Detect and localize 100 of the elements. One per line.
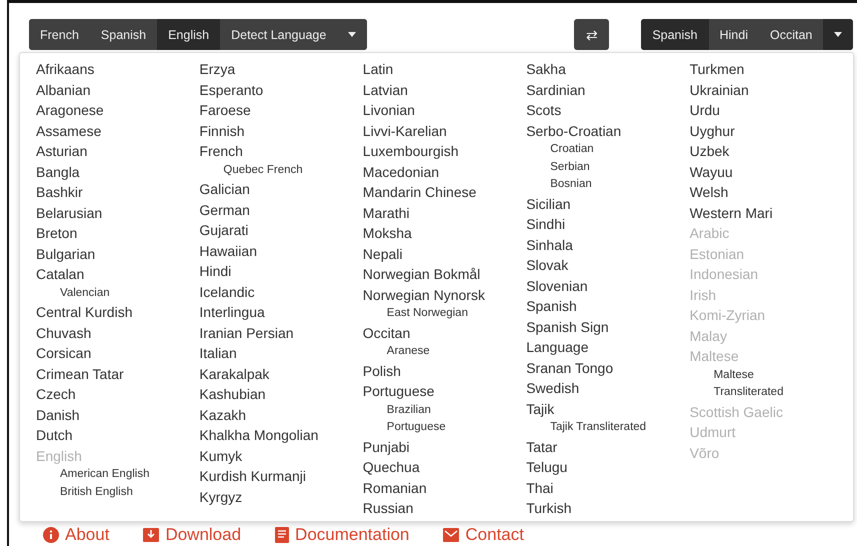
language-option[interactable]: Bangla	[36, 162, 178, 182]
language-option[interactable]: Luxembourgish	[362, 141, 505, 162]
footer-link[interactable]: Contact	[443, 526, 524, 544]
language-option[interactable]: Marathi	[362, 202, 505, 223]
language-option[interactable]: Interlingua	[199, 302, 342, 322]
language-option[interactable]: Erzya	[199, 59, 342, 80]
language-option[interactable]: Uyghur	[690, 120, 832, 141]
language-variant-option[interactable]: Serbian	[526, 158, 656, 176]
language-option[interactable]: Spanish	[526, 296, 668, 316]
language-tab[interactable]: English	[157, 19, 220, 50]
language-variant-option[interactable]: Aranese	[362, 343, 492, 360]
language-option[interactable]: French	[199, 141, 342, 162]
language-option[interactable]: Asturian	[36, 141, 178, 162]
language-option[interactable]: Welsh	[690, 182, 832, 202]
language-option[interactable]: Latvian	[362, 80, 505, 100]
language-option[interactable]: Portuguese	[362, 381, 505, 402]
language-option[interactable]: Karakalpak	[199, 364, 342, 384]
language-option[interactable]: Scots	[526, 100, 668, 120]
language-option[interactable]: Norwegian Nynorsk	[362, 284, 505, 305]
language-option[interactable]: Russian	[362, 498, 505, 518]
language-option[interactable]: Kyrgyz	[199, 486, 342, 507]
language-variant-option[interactable]: Brazilian Portuguese	[362, 402, 492, 436]
language-option[interactable]: Tatar	[526, 436, 668, 457]
language-option[interactable]: Belarusian	[36, 202, 178, 223]
language-option[interactable]: Livonian	[362, 100, 505, 120]
language-option[interactable]: Occitan	[362, 322, 505, 343]
language-option[interactable]: Khalkha Mongolian	[199, 425, 342, 446]
language-option[interactable]: Livvi-Karelian	[362, 120, 505, 141]
language-option[interactable]: Slovenian	[526, 276, 668, 296]
language-option[interactable]: Sicilian	[526, 194, 668, 214]
language-tab[interactable]: Spanish	[641, 19, 708, 50]
language-option[interactable]: Thai	[526, 478, 668, 498]
language-option[interactable]: Breton	[36, 223, 178, 244]
language-option[interactable]: Czech	[36, 384, 178, 404]
language-option[interactable]: Galician	[199, 179, 342, 200]
language-option[interactable]: Wayuu	[690, 162, 832, 182]
language-option[interactable]: Western Mari	[690, 202, 832, 223]
language-option[interactable]: Uzbek	[690, 141, 832, 162]
footer-link[interactable]: About	[43, 526, 110, 544]
language-option[interactable]: Bashkir	[36, 182, 178, 202]
language-option[interactable]: Kashubian	[199, 384, 342, 404]
language-option[interactable]: Chuvash	[36, 322, 178, 343]
language-option[interactable]: Albanian	[36, 80, 178, 100]
language-option[interactable]: Italian	[199, 343, 342, 364]
language-option[interactable]: Crimean Tatar	[36, 364, 178, 384]
language-option[interactable]: Latin	[362, 59, 505, 80]
language-option[interactable]: Mandarin Chinese	[362, 182, 505, 202]
language-option[interactable]: Gujarati	[199, 220, 342, 240]
language-option[interactable]: Kumyk	[199, 446, 342, 466]
language-option[interactable]: Quechua	[362, 457, 505, 478]
language-option[interactable]: Dutch	[36, 425, 178, 446]
language-option[interactable]: Moksha	[362, 223, 505, 244]
language-option[interactable]: Bulgarian	[36, 244, 178, 264]
language-option[interactable]: Urdu	[690, 100, 832, 120]
language-option[interactable]: Turkish	[526, 498, 668, 518]
language-option[interactable]: Kurdish Kurmanji	[199, 466, 342, 486]
language-option[interactable]: Corsican	[36, 343, 178, 364]
language-option[interactable]: Faroese	[199, 100, 342, 120]
language-option[interactable]: Finnish	[199, 120, 342, 141]
language-option[interactable]: Swedish	[526, 378, 668, 398]
language-variant-option[interactable]: Valencian	[36, 284, 165, 302]
language-option[interactable]: Slovak	[526, 255, 668, 276]
language-option[interactable]: Norwegian Bokmål	[362, 264, 505, 284]
language-option[interactable]: Sindhi	[526, 214, 668, 234]
dropdown-button[interactable]	[823, 19, 854, 50]
language-option[interactable]: Afrikaans	[36, 59, 178, 80]
language-variant-option[interactable]: Croatian	[526, 141, 656, 158]
language-option[interactable]: Nepali	[362, 244, 505, 264]
language-option[interactable]: Polish	[362, 360, 505, 381]
language-option[interactable]: German	[199, 200, 342, 220]
language-variant-option[interactable]: Tajik Transliterated	[526, 419, 656, 436]
language-option[interactable]: Romanian	[362, 478, 505, 498]
language-option[interactable]: Punjabi	[362, 436, 505, 457]
language-variant-option[interactable]: Quebec French	[199, 162, 328, 179]
language-option[interactable]: Central Kurdish	[36, 302, 178, 322]
language-option[interactable]: Sranan Tongo	[526, 358, 668, 378]
language-option[interactable]: Kazakh	[199, 404, 342, 425]
language-option[interactable]: Tajik	[526, 398, 668, 419]
language-option[interactable]: Telugu	[526, 457, 668, 478]
language-option[interactable]: Turkmen	[690, 59, 832, 80]
language-option[interactable]: Hawaiian	[199, 240, 342, 261]
language-option[interactable]: Sardinian	[526, 80, 668, 100]
language-option[interactable]: Catalan	[36, 264, 178, 284]
language-option[interactable]: Ukrainian	[690, 80, 832, 100]
language-option[interactable]: Spanish Sign Language	[526, 316, 668, 358]
language-option[interactable]: Iranian Persian	[199, 322, 342, 343]
swap-button[interactable]: ⇄	[574, 19, 610, 50]
language-option[interactable]: Serbo-Croatian	[526, 120, 668, 141]
language-option[interactable]: Assamese	[36, 120, 178, 141]
language-option[interactable]: Hindi	[199, 261, 342, 282]
language-option[interactable]: Sakha	[526, 59, 668, 80]
language-option[interactable]: Aragonese	[36, 100, 178, 120]
language-option[interactable]: Danish	[36, 404, 178, 425]
language-option[interactable]: Esperanto	[199, 80, 342, 100]
language-option[interactable]: Macedonian	[362, 162, 505, 182]
language-option[interactable]: Icelandic	[199, 282, 342, 302]
language-variant-option[interactable]: East Norwegian	[362, 305, 492, 322]
language-variant-option[interactable]: Bosnian	[526, 176, 656, 194]
footer-link[interactable]: Download	[143, 526, 242, 544]
language-option[interactable]: Sinhala	[526, 234, 668, 255]
